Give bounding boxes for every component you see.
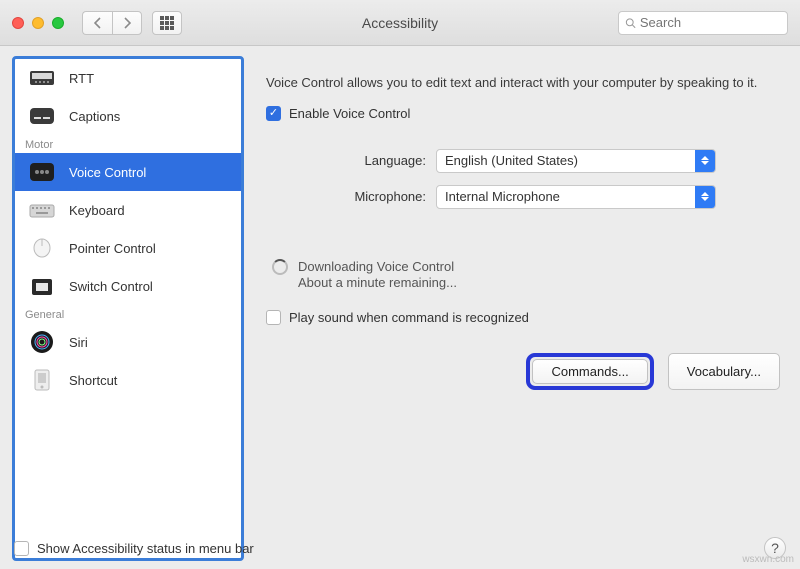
language-label: Language:	[286, 153, 426, 168]
sidebar-item-label: Voice Control	[69, 165, 146, 180]
microphone-select[interactable]: Internal Microphone	[436, 185, 716, 209]
chevron-updown-icon	[695, 150, 715, 172]
play-sound-row[interactable]: Play sound when command is recognized	[266, 310, 780, 325]
watermark: wsxwn.com	[742, 554, 794, 565]
show-status-row[interactable]: Show Accessibility status in menu bar	[14, 541, 254, 556]
microphone-value: Internal Microphone	[445, 189, 560, 204]
voice-control-description: Voice Control allows you to edit text an…	[266, 74, 780, 92]
sidebar-item-keyboard[interactable]: Keyboard	[15, 191, 241, 229]
grid-icon	[160, 16, 174, 30]
microphone-label: Microphone:	[286, 189, 426, 204]
sidebar-item-label: Switch Control	[69, 279, 153, 294]
captions-icon	[27, 104, 57, 128]
sidebar-item-label: Keyboard	[69, 203, 125, 218]
button-row: Commands... Vocabulary...	[266, 353, 780, 390]
sidebar-item-label: Siri	[69, 335, 88, 350]
zoom-window-button[interactable]	[52, 17, 64, 29]
switch-control-icon	[27, 274, 57, 298]
play-sound-checkbox[interactable]	[266, 310, 281, 325]
downloading-title: Downloading Voice Control	[298, 259, 457, 276]
sidebar-section-general: General	[15, 305, 241, 323]
sidebar-section-motor: Motor	[15, 135, 241, 153]
commands-button-highlight: Commands...	[526, 353, 653, 390]
settings-grid: Language: English (United States) Microp…	[286, 149, 780, 209]
language-select[interactable]: English (United States)	[436, 149, 716, 173]
sidebar-item-label: Pointer Control	[69, 241, 156, 256]
detail-pane: Voice Control allows you to edit text an…	[252, 46, 800, 569]
sidebar-item-label: Shortcut	[69, 373, 117, 388]
keyboard-icon	[27, 198, 57, 222]
titlebar: Accessibility	[0, 0, 800, 46]
sidebar-item-siri[interactable]: Siri	[15, 323, 241, 361]
commands-button[interactable]: Commands...	[532, 359, 647, 384]
sidebar-item-pointer-control[interactable]: Pointer Control	[15, 229, 241, 267]
downloading-subtitle: About a minute remaining...	[298, 275, 457, 292]
chevron-updown-icon	[695, 186, 715, 208]
footer: Show Accessibility status in menu bar ?	[14, 537, 786, 559]
back-button[interactable]	[82, 11, 112, 35]
window-controls	[12, 17, 64, 29]
search-field[interactable]	[618, 11, 788, 35]
sidebar-item-label: Captions	[69, 109, 120, 124]
voice-control-icon	[27, 160, 57, 184]
show-all-button[interactable]	[152, 11, 182, 35]
play-sound-label: Play sound when command is recognized	[289, 310, 529, 325]
downloading-status: Downloading Voice Control About a minute…	[272, 259, 780, 293]
close-window-button[interactable]	[12, 17, 24, 29]
enable-voice-control-checkbox[interactable]	[266, 106, 281, 121]
show-status-checkbox[interactable]	[14, 541, 29, 556]
minimize-window-button[interactable]	[32, 17, 44, 29]
content-area: RTT Captions Motor Voice Control Keyboar	[0, 46, 800, 569]
sidebar-item-switch-control[interactable]: Switch Control	[15, 267, 241, 305]
show-status-label: Show Accessibility status in menu bar	[37, 541, 254, 556]
sidebar-item-captions[interactable]: Captions	[15, 97, 241, 135]
language-value: English (United States)	[445, 153, 578, 168]
sidebar-item-voice-control[interactable]: Voice Control	[15, 153, 241, 191]
forward-button[interactable]	[112, 11, 142, 35]
pointer-control-icon	[27, 236, 57, 260]
nav-buttons	[82, 11, 142, 35]
siri-icon	[27, 330, 57, 354]
enable-voice-control-label: Enable Voice Control	[289, 106, 410, 121]
search-icon	[625, 17, 636, 29]
enable-voice-control-row[interactable]: Enable Voice Control	[266, 106, 780, 121]
sidebar-item-shortcut[interactable]: Shortcut	[15, 361, 241, 399]
sidebar-item-rtt[interactable]: RTT	[15, 59, 241, 97]
shortcut-icon	[27, 368, 57, 392]
sidebar-item-label: RTT	[69, 71, 94, 86]
spinner-icon	[272, 259, 288, 275]
search-input[interactable]	[640, 15, 781, 30]
vocabulary-button[interactable]: Vocabulary...	[668, 353, 780, 390]
rtt-icon	[27, 66, 57, 90]
sidebar: RTT Captions Motor Voice Control Keyboar	[12, 56, 244, 561]
